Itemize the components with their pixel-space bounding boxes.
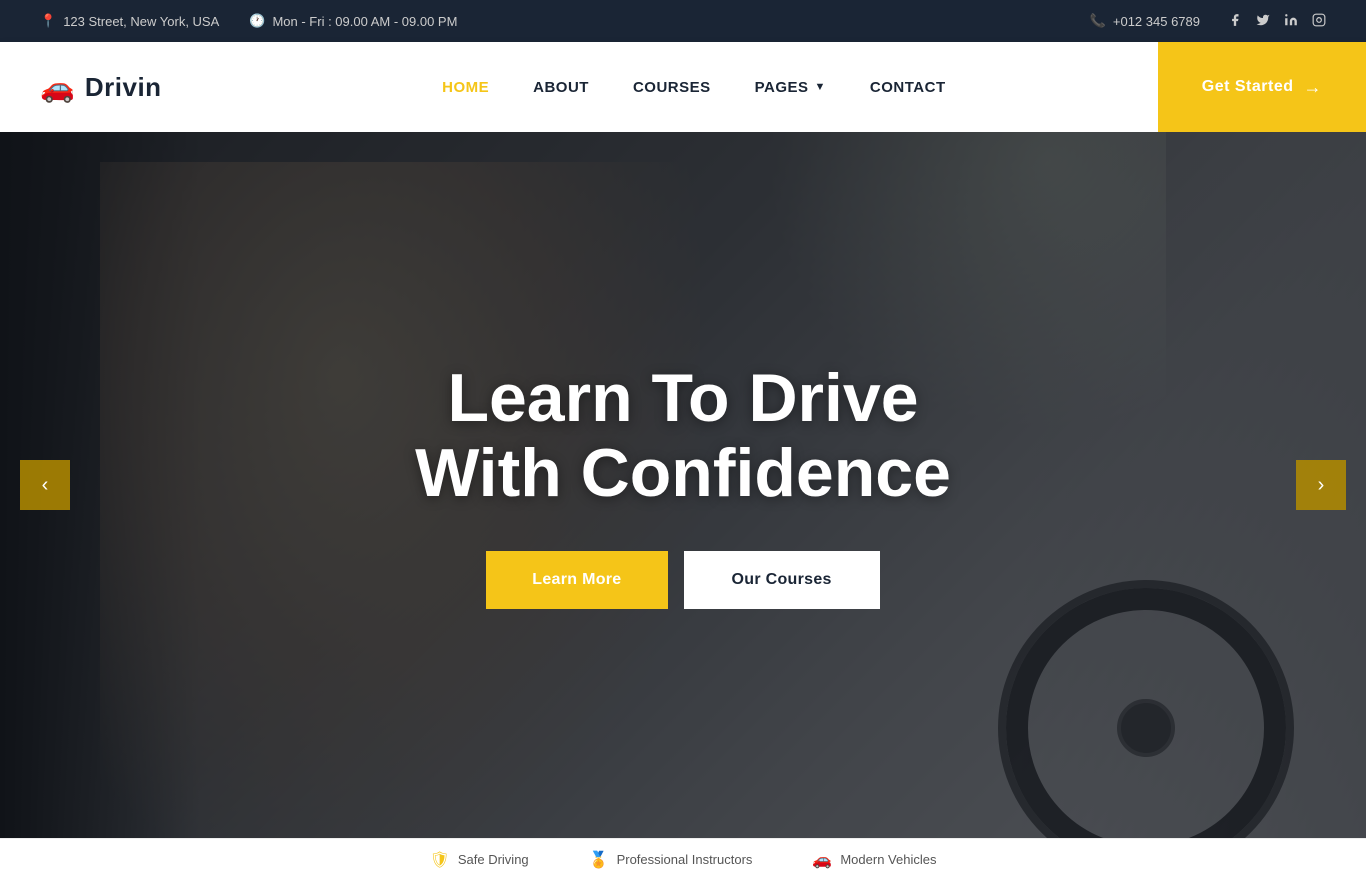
brand-name: Drivin: [85, 72, 162, 103]
hero-title-line2: With Confidence: [415, 435, 951, 511]
top-bar-right: 📞 +012 345 6789: [1090, 13, 1326, 30]
phone-number: +012 345 6789: [1113, 14, 1200, 29]
car-small-icon: 🚗: [812, 850, 832, 870]
hero-content: Learn To Drive With Confidence Learn Mor…: [395, 361, 971, 609]
chevron-left-icon: ‹: [42, 474, 49, 497]
bottom-strip-item-1: 🛡 Safe Driving: [430, 850, 529, 870]
nav-about[interactable]: ABOUT: [511, 42, 611, 132]
bottom-strip-text-3: Modern Vehicles: [840, 852, 936, 867]
hero-title: Learn To Drive With Confidence: [415, 361, 951, 511]
car-icon: 🚗: [40, 71, 75, 104]
phone-item: 📞 +012 345 6789: [1090, 13, 1200, 29]
phone-icon: 📞: [1090, 13, 1106, 29]
social-icons: [1228, 13, 1326, 30]
linkedin-icon[interactable]: [1284, 13, 1298, 30]
top-bar-left: 📍 123 Street, New York, USA 🕐 Mon - Fri …: [40, 13, 457, 29]
certificate-icon: 🏅: [589, 850, 609, 870]
get-started-label: Get Started: [1202, 78, 1294, 96]
navbar-links: HOME ABOUT COURSES PAGES ▼ CONTACT: [230, 42, 1158, 132]
hours-text: Mon - Fri : 09.00 AM - 09.00 PM: [272, 14, 457, 29]
get-started-button[interactable]: Get Started →: [1158, 42, 1366, 132]
bottom-strip-text-1: Safe Driving: [458, 852, 529, 867]
location-icon: 📍: [40, 13, 56, 29]
clock-icon: 🕐: [249, 13, 265, 29]
twitter-icon[interactable]: [1256, 13, 1270, 30]
nav-home[interactable]: HOME: [420, 42, 511, 132]
our-courses-button[interactable]: Our Courses: [684, 551, 880, 609]
navbar: 🚗 Drivin HOME ABOUT COURSES PAGES ▼ CONT…: [0, 42, 1366, 132]
pages-dropdown-arrow: ▼: [815, 81, 826, 93]
nav-courses[interactable]: COURSES: [611, 42, 733, 132]
hero-buttons: Learn More Our Courses: [415, 551, 951, 609]
learn-more-button[interactable]: Learn More: [486, 551, 667, 609]
bottom-strip: 🛡 Safe Driving 🏅 Professional Instructor…: [0, 838, 1366, 880]
instagram-icon[interactable]: [1312, 13, 1326, 30]
shield-icon: 🛡: [430, 850, 450, 870]
top-bar: 📍 123 Street, New York, USA 🕐 Mon - Fri …: [0, 0, 1366, 42]
hours-item: 🕐 Mon - Fri : 09.00 AM - 09.00 PM: [249, 13, 457, 29]
brand-logo[interactable]: 🚗 Drivin: [0, 42, 230, 132]
hero-section: ‹ Learn To Drive With Confidence Learn M…: [0, 132, 1366, 838]
nav-contact[interactable]: CONTACT: [848, 42, 968, 132]
address-text: 123 Street, New York, USA: [63, 14, 219, 29]
address-item: 📍 123 Street, New York, USA: [40, 13, 219, 29]
carousel-prev-button[interactable]: ‹: [20, 460, 70, 510]
bottom-strip-text-2: Professional Instructors: [617, 852, 753, 867]
get-started-arrow-icon: →: [1304, 77, 1323, 98]
chevron-right-icon: ›: [1318, 474, 1325, 497]
facebook-icon[interactable]: [1228, 13, 1242, 30]
carousel-next-button[interactable]: ›: [1296, 460, 1346, 510]
bottom-strip-item-2: 🏅 Professional Instructors: [589, 850, 753, 870]
bottom-strip-item-3: 🚗 Modern Vehicles: [812, 850, 936, 870]
nav-pages[interactable]: PAGES ▼: [733, 42, 848, 132]
hero-title-line1: Learn To Drive: [447, 360, 918, 436]
